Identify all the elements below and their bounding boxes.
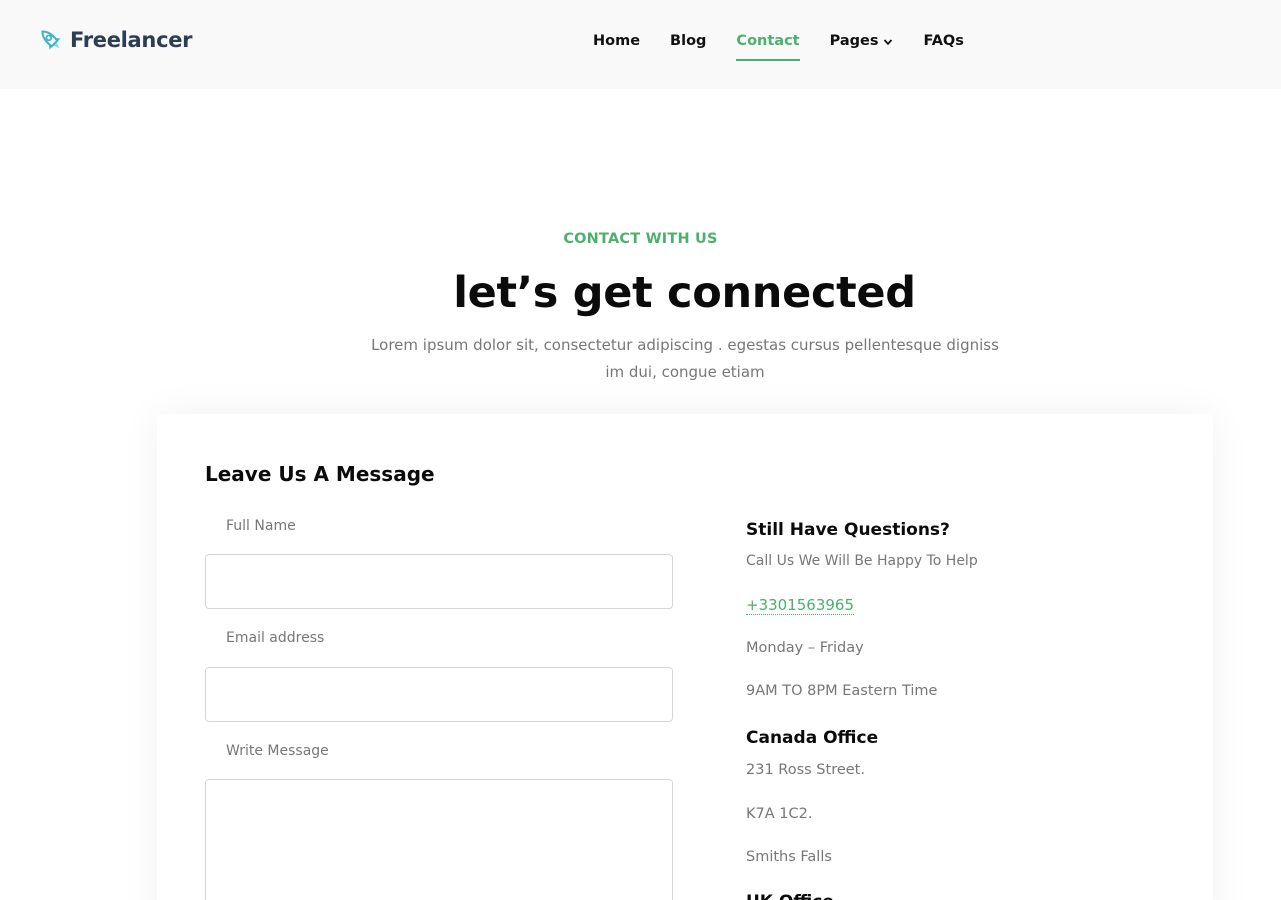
questions-heading: Still Have Questions? (746, 520, 950, 540)
hero-description: Lorem ipsum dolor sit, consectetur adipi… (368, 332, 1002, 386)
nav-item-faqs[interactable]: FAQs (923, 33, 963, 61)
canada-street: 231 Ross Street. (746, 762, 865, 778)
email-label: Email address (226, 630, 325, 646)
section-eyebrow: CONTACT WITH US (563, 231, 718, 247)
message-textarea[interactable] (205, 779, 673, 900)
email-input[interactable] (205, 667, 673, 722)
full-name-input[interactable] (205, 554, 673, 609)
questions-subtext: Call Us We Will Be Happy To Help (746, 553, 978, 569)
canada-postal: K7A 1C2. (746, 806, 813, 822)
nav-item-contact[interactable]: Contact (736, 33, 800, 61)
uk-office-heading: UK Office (746, 892, 834, 900)
message-label: Write Message (226, 743, 329, 759)
hero-description-line-2: im dui, congue etiam (605, 363, 765, 381)
page-title: let’s get connected (453, 268, 916, 318)
form-title: Leave Us A Message (205, 462, 435, 486)
canada-city: Smiths Falls (746, 849, 832, 865)
hero-description-line-1: Lorem ipsum dolor sit, consectetur adipi… (371, 336, 999, 354)
full-name-label: Full Name (226, 518, 296, 534)
nav-item-home[interactable]: Home (593, 33, 640, 61)
rocket-icon (41, 30, 61, 50)
nav-item-pages[interactable]: Pages (830, 33, 894, 61)
brand-name: Freelancer (70, 28, 193, 52)
canada-office-heading: Canada Office (746, 728, 879, 748)
office-days: Monday – Friday (746, 640, 864, 656)
nav-item-pages-label: Pages (829, 33, 879, 49)
main-nav: Home Blog Contact Pages FAQs (593, 33, 994, 61)
contact-card: Leave Us A Message Full Name Email addre… (157, 414, 1213, 900)
site-header: Freelancer Home Blog Contact Pages FAQs (0, 0, 1281, 89)
phone-link[interactable]: +3301563965 (746, 596, 855, 615)
chevron-down-icon (884, 39, 893, 46)
office-hours: 9AM TO 8PM Eastern Time (746, 683, 938, 699)
nav-item-blog[interactable]: Blog (670, 33, 706, 61)
logo[interactable]: Freelancer (36, 25, 193, 55)
